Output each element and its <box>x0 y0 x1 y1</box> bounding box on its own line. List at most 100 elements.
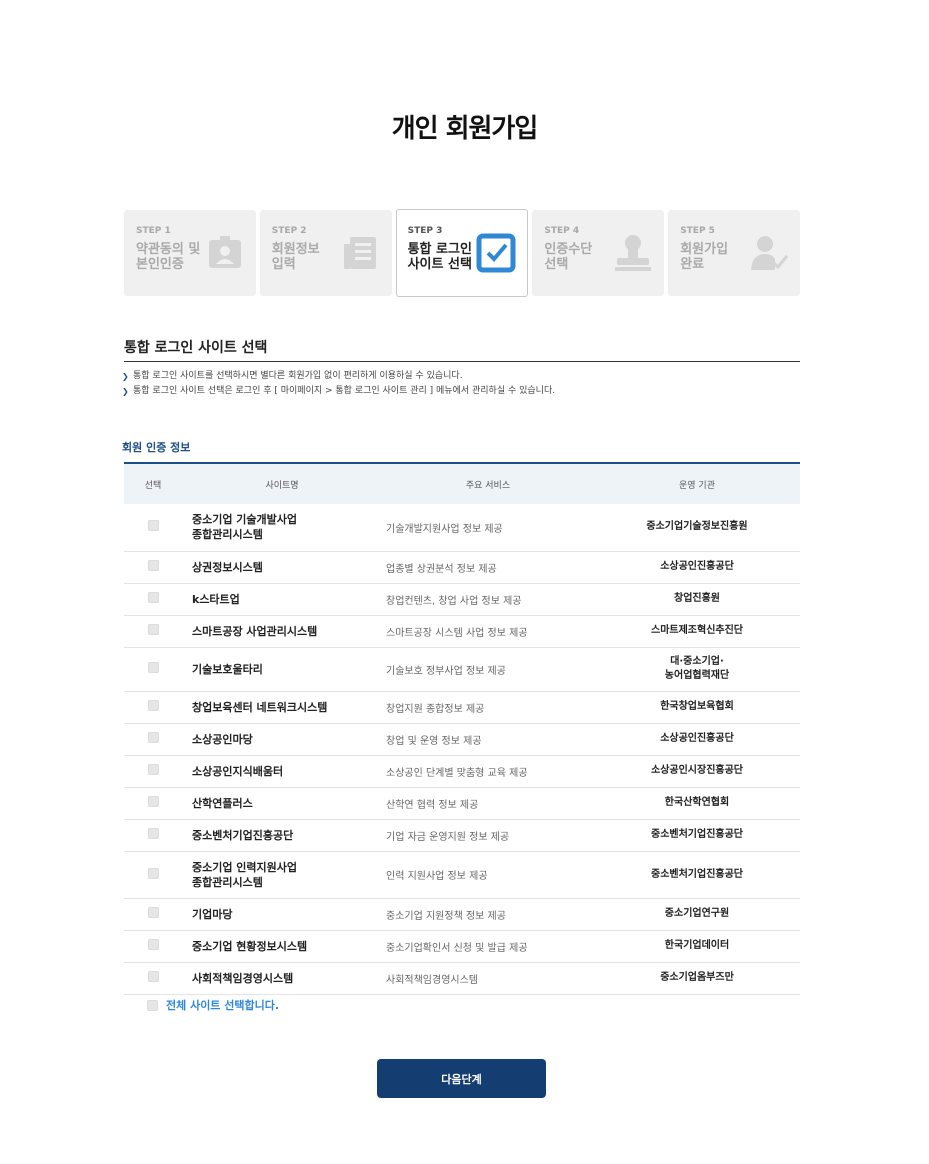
site-checkbox[interactable] <box>147 828 159 839</box>
site-service: 스마트공장 시스템 사업 정보 제공 <box>386 627 528 639</box>
step-3: STEP 3 통합 로그인 사이트 선택 <box>395 209 529 297</box>
site-name: 스마트공장 사업관리시스템 <box>192 624 318 638</box>
site-org: 한국기업데이터 <box>664 940 730 951</box>
chevron-down-icon: ❯ <box>122 387 129 396</box>
site-checkbox[interactable] <box>147 560 159 571</box>
table-row: 중소기업 기술개발사업 종합관리시스템 기술개발지원사업 정보 제공 중소기업기술정… <box>124 504 800 551</box>
site-name: 창업보육센터 네트워크시스템 <box>192 700 328 714</box>
id-card-icon <box>208 236 241 268</box>
step-2: STEP 2 회원정보 입력 <box>259 210 392 296</box>
table-row: 사회적책임경영시스템 사회적책임경영시스템 중소기업옴부즈만 <box>124 962 800 994</box>
select-cell <box>124 583 182 615</box>
table-row: 산학연플러스 산학연 협력 정보 제공 한국산학연협회 <box>124 787 800 819</box>
site-checkbox[interactable] <box>147 662 159 673</box>
site-service: 중소기업확인서 신청 및 발급 제공 <box>386 942 528 954</box>
site-service: 창업지원 종합정보 제공 <box>386 703 485 715</box>
select-cell <box>124 755 182 787</box>
site-org: 중소기업기술정보진흥원 <box>646 521 748 533</box>
site-org: 소상공인진흥공단 <box>660 733 734 744</box>
site-org: 중소벤처기업진흥공단 <box>651 868 743 880</box>
site-org: 한국창업보육협회 <box>660 701 734 712</box>
step-5: STEP 5 회원가입 완료 <box>668 210 800 296</box>
select-cell <box>124 723 182 755</box>
site-name: 중소벤처기업진흥공단 <box>192 828 294 842</box>
page-title: 개인 회원가입 <box>391 114 539 144</box>
select-cell <box>124 962 182 994</box>
table-row: 스마트공장 사업관리시스템 스마트공장 시스템 사업 정보 제공 스마트제조혁신추진… <box>124 615 800 647</box>
site-service: 산학연 협력 정보 제공 <box>386 799 479 811</box>
site-org: 스마트제조혁신추진단 <box>651 625 743 636</box>
table-row: 중소벤처기업진흥공단 기업 자금 운영지원 정보 제공 중소벤처기업진흥공단 <box>124 819 800 851</box>
site-org: 중소기업옴부즈만 <box>660 972 734 983</box>
section-title: 통합 로그인 사이트 선택 <box>124 337 800 362</box>
next-step-button[interactable]: 다음단계 <box>377 1059 546 1098</box>
site-name: 소상공인마당 <box>192 732 253 746</box>
site-checkbox[interactable] <box>147 907 159 918</box>
site-checkbox[interactable] <box>147 939 159 950</box>
select-cell <box>124 898 182 930</box>
site-name: 소상공인지식배움터 <box>192 764 284 778</box>
site-name: 중소기업 현황정보시스템 <box>192 939 308 953</box>
step-4: STEP 4 인증수단 선택 <box>532 210 665 296</box>
site-service: 기술개발지원사업 정보 제공 <box>386 523 503 535</box>
header-select: 선택 <box>144 480 162 491</box>
site-name: 기업마당 <box>192 907 233 921</box>
site-org: 중소기업연구원 <box>664 908 730 919</box>
chevron-down-icon: ❯ <box>122 372 129 381</box>
site-name: 사회적책임경영시스템 <box>192 971 294 985</box>
select-cell <box>124 819 182 851</box>
table-row: 상권정보시스템 업종별 상권분석 정보 제공 소상공인진흥공단 <box>124 551 800 583</box>
site-service: 기업 자금 운영지원 정보 제공 <box>386 831 510 843</box>
table-caption: 회원 인증 정보 <box>122 441 191 454</box>
site-checkbox[interactable] <box>147 764 159 775</box>
site-service: 사회적책임경영시스템 <box>386 974 478 986</box>
site-checkbox[interactable] <box>147 624 159 635</box>
notice-text: 통합 로그인 사이트를 선택하시면 별다른 회원가입 없이 편리하게 이용하실 … <box>133 371 463 381</box>
header-org: 운영 기관 <box>679 480 715 491</box>
site-table: 선택 사이트명 주요 서비스 운영 기관 중소기업 기술개발사업 종합관리시스템… <box>124 462 800 995</box>
table-row: 창업보육센터 네트워크시스템 창업지원 종합정보 제공 한국창업보육협회 <box>124 691 800 723</box>
site-checkbox[interactable] <box>147 971 159 982</box>
site-checkbox[interactable] <box>147 732 159 743</box>
site-checkbox[interactable] <box>147 592 159 603</box>
site-checkbox[interactable] <box>147 520 159 532</box>
stamp-icon <box>615 235 652 271</box>
site-name: 중소기업 기술개발사업 종합관리시스템 <box>192 513 298 542</box>
step-indicator: STEP 1 약관동의 및 본인인증 STEP 2 회원정보 입력 STEP 3… <box>124 209 800 298</box>
document-list-icon <box>343 237 376 269</box>
select-cell <box>124 930 182 962</box>
table-row: 중소기업 현황정보시스템 중소기업확인서 신청 및 발급 제공 한국기업데이터 <box>124 930 800 962</box>
select-cell <box>124 615 182 647</box>
site-org: 한국산학연협회 <box>664 797 730 808</box>
site-name: 산학연플러스 <box>192 796 253 810</box>
select-all-checkbox[interactable] <box>147 999 158 1011</box>
site-org: 창업진흥원 <box>674 593 720 604</box>
site-name: 기술보호울타리 <box>192 662 263 676</box>
site-name: 상권정보시스템 <box>192 560 263 574</box>
site-service: 기술보호 정부사업 정보 제공 <box>386 665 506 677</box>
header-service: 주요 서비스 <box>465 480 511 491</box>
select-cell <box>124 851 182 898</box>
site-org: 소상공인진흥공단 <box>660 561 734 572</box>
site-service: 소상공인 단계별 맞춤형 교육 제공 <box>386 767 528 779</box>
notice-list: ❯ 통합 로그인 사이트를 선택하시면 별다른 회원가입 없이 편리하게 이용하… <box>122 369 555 399</box>
site-checkbox[interactable] <box>147 700 159 711</box>
table-row: 소상공인지식배움터 소상공인 단계별 맞춤형 교육 제공 소상공인시장진흥공단 <box>124 755 800 787</box>
select-all-option[interactable]: 전체 사이트 선택합니다. <box>147 997 279 1013</box>
table-row: 기술보호울타리 기술보호 정부사업 정보 제공 대·중소기업· 농어업협력재단 <box>124 647 800 691</box>
site-service: 창업컨텐츠, 창업 사업 정보 제공 <box>386 595 522 607</box>
site-name: k스타트업 <box>192 592 240 606</box>
site-org: 중소벤처기업진흥공단 <box>651 829 743 840</box>
site-service: 인력 지원사업 정보 제공 <box>386 871 488 882</box>
notice-text: 통합 로그인 사이트 선택은 로그인 후 [ 마이페이지 > 통합 로그인 사이… <box>133 386 556 396</box>
select-all-label: 전체 사이트 선택합니다. <box>166 999 280 1012</box>
site-checkbox[interactable] <box>147 796 159 807</box>
site-service: 업종별 상권분석 정보 제공 <box>386 563 497 575</box>
table-row: 중소기업 인력지원사업 종합관리시스템 인력 지원사업 정보 제공 중소벤처기업진흥… <box>124 851 800 898</box>
site-org: 대·중소기업· 농어업협력재단 <box>664 656 730 681</box>
table-row: 소상공인마당 창업 및 운영 정보 제공 소상공인진흥공단 <box>124 723 800 755</box>
site-checkbox[interactable] <box>147 867 159 879</box>
table-row: k스타트업 창업컨텐츠, 창업 사업 정보 제공 창업진흥원 <box>124 583 800 615</box>
checkbox-check-icon <box>476 233 516 273</box>
notice-item: ❯ 통합 로그인 사이트 선택은 로그인 후 [ 마이페이지 > 통합 로그인 … <box>122 384 555 399</box>
